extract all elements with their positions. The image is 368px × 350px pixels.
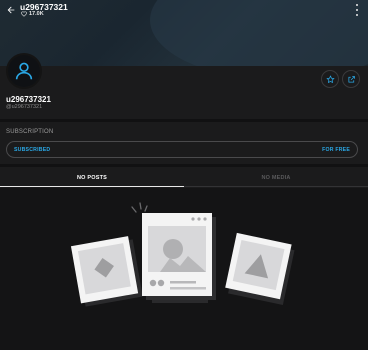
empty-media-illustration — [70, 202, 295, 307]
image-card-triangle-icon — [225, 232, 295, 305]
sparkle-icon — [131, 202, 148, 213]
post-card-icon — [142, 213, 216, 300]
image-card-square-icon — [70, 236, 143, 307]
